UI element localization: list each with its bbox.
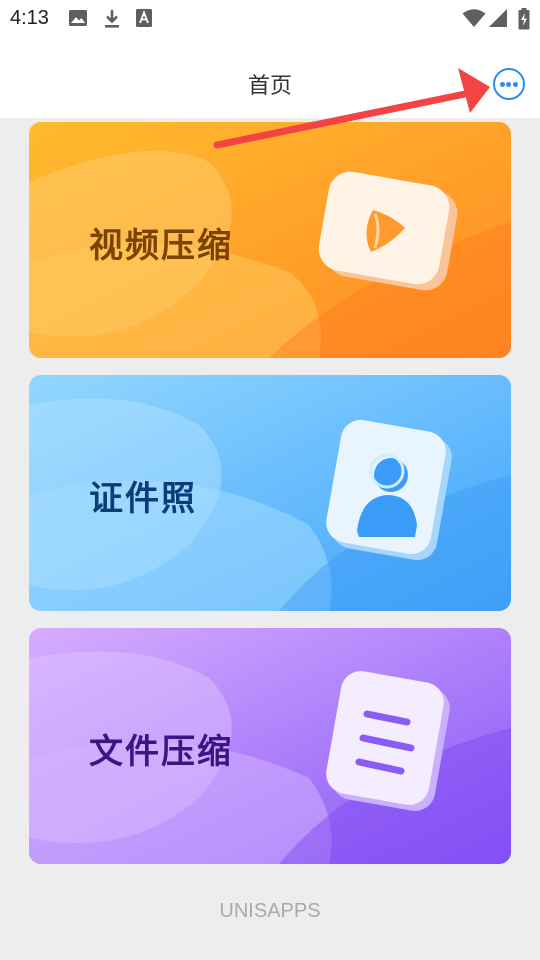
card-label: 视频压缩 bbox=[89, 226, 233, 266]
image-icon bbox=[69, 10, 87, 26]
more-dot bbox=[506, 81, 511, 87]
more-options-button[interactable] bbox=[493, 68, 525, 100]
battery-charging-icon bbox=[518, 8, 530, 30]
status-bar: 4:13 bbox=[0, 0, 540, 38]
document-icon bbox=[326, 671, 450, 811]
footer-brand: UNISAPPS bbox=[219, 900, 321, 922]
card-id-photo[interactable]: 证件照 bbox=[29, 375, 511, 611]
nav-header: 首页 bbox=[0, 38, 540, 118]
id-photo-person-icon bbox=[326, 419, 452, 561]
card-label: 证件照 bbox=[89, 479, 197, 519]
download-icon bbox=[105, 10, 119, 28]
cellular-signal-icon bbox=[489, 9, 507, 27]
card-file-compress[interactable]: 文件压缩 bbox=[29, 628, 511, 864]
card-label: 文件压缩 bbox=[89, 732, 233, 772]
wifi-icon bbox=[462, 9, 486, 27]
page-title: 首页 bbox=[247, 74, 292, 99]
video-play-icon bbox=[318, 171, 458, 291]
more-dot bbox=[512, 81, 518, 87]
status-time: 4:13 bbox=[10, 7, 49, 29]
more-horizontal-icon bbox=[499, 81, 505, 87]
a-badge-icon bbox=[136, 9, 152, 27]
card-video-compress[interactable]: 视频压缩 bbox=[29, 122, 511, 358]
